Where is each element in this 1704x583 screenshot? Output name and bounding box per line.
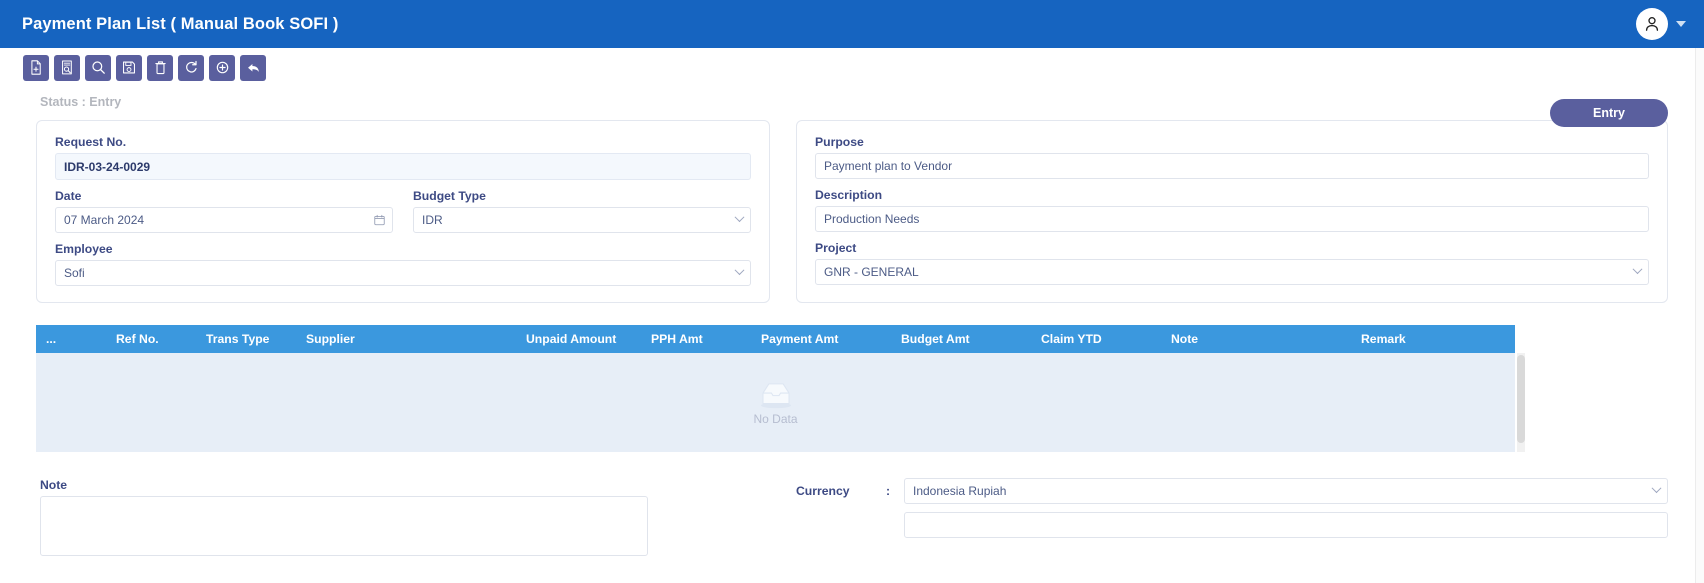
project-label: Project bbox=[815, 241, 857, 255]
note-block: Note bbox=[36, 478, 796, 561]
chevron-down-icon[interactable] bbox=[1676, 21, 1686, 27]
table-column-header[interactable]: Budget Amt bbox=[891, 332, 1031, 346]
currency-colon: : bbox=[886, 484, 891, 498]
date-label: Date bbox=[55, 189, 82, 203]
description-label: Description bbox=[815, 188, 883, 202]
table-body: No Data bbox=[36, 353, 1515, 452]
undo-circle-icon bbox=[185, 60, 197, 73]
currency-extra-row bbox=[796, 512, 1668, 538]
date-input[interactable] bbox=[55, 207, 393, 233]
payment-plan-table: ... Ref No. Trans Type Supplier Unpaid Amoun… bbox=[36, 325, 1525, 452]
table-column-header[interactable]: Note bbox=[1161, 332, 1351, 346]
delete-button[interactable] bbox=[147, 54, 173, 81]
new-document-button[interactable] bbox=[23, 54, 49, 81]
request-no-input[interactable] bbox=[55, 153, 751, 180]
table-column-header[interactable]: Trans Type bbox=[196, 332, 296, 346]
note-textarea[interactable] bbox=[40, 496, 648, 556]
employee-select[interactable] bbox=[55, 260, 751, 286]
empty-box-icon bbox=[760, 382, 791, 408]
employee-field: Employee bbox=[55, 242, 751, 286]
budget-type-field: Budget Type bbox=[413, 189, 751, 233]
table-column-header[interactable]: Supplier bbox=[296, 332, 516, 346]
status-row: Status : Entry bbox=[36, 87, 1668, 120]
trash-icon bbox=[154, 61, 166, 75]
status-badge[interactable]: Entry bbox=[1550, 99, 1668, 127]
table-header-row: ... Ref No. Trans Type Supplier Unpaid Amoun… bbox=[36, 325, 1515, 353]
refresh-button[interactable] bbox=[178, 54, 204, 81]
table-column-header[interactable]: Payment Amt bbox=[751, 332, 891, 346]
add-button[interactable] bbox=[209, 54, 235, 81]
purpose-label: Purpose bbox=[815, 135, 864, 149]
purpose-field: Purpose bbox=[815, 135, 1649, 179]
currency-block: Currency : bbox=[796, 478, 1668, 561]
date-budget-row: Date Budget Type bbox=[55, 189, 751, 242]
bottom-section: Note Currency : bbox=[36, 478, 1668, 561]
empty-state-text: No Data bbox=[753, 411, 798, 426]
file-plus-icon bbox=[31, 60, 41, 75]
note-label: Note bbox=[40, 478, 68, 492]
table-column-header[interactable]: Remark bbox=[1351, 332, 1515, 346]
status-text: Status : Entry bbox=[40, 95, 122, 109]
plus-circle-icon bbox=[216, 61, 228, 74]
description-field: Description bbox=[815, 188, 1649, 232]
project-field: Project bbox=[815, 241, 1649, 285]
search-button[interactable] bbox=[85, 54, 111, 81]
table-column-header[interactable]: ... bbox=[36, 332, 106, 346]
avatar[interactable] bbox=[1636, 8, 1668, 40]
currency-label: Currency bbox=[796, 484, 850, 498]
currency-extra-input[interactable] bbox=[904, 512, 1668, 538]
budget-type-label: Budget Type bbox=[413, 189, 486, 203]
table-scrollbar-thumb[interactable] bbox=[1517, 355, 1525, 443]
table-scrollbar[interactable] bbox=[1517, 353, 1525, 452]
save-disk-icon bbox=[123, 61, 135, 74]
form-panels: Entry Request No. Date bbox=[36, 99, 1668, 303]
date-field: Date bbox=[55, 189, 393, 233]
view-document-button[interactable] bbox=[54, 54, 80, 81]
search-icon bbox=[91, 61, 105, 74]
page-title: Payment Plan List ( Manual Book SOFI ) bbox=[22, 14, 339, 33]
header-user-menu[interactable] bbox=[1636, 8, 1686, 40]
request-no-label: Request No. bbox=[55, 135, 127, 149]
table-column-header[interactable]: Ref No. bbox=[106, 332, 196, 346]
left-form-panel: Request No. Date bbox=[36, 120, 770, 303]
arrow-back-icon bbox=[247, 63, 259, 72]
table-column-header[interactable]: Claim YTD bbox=[1031, 332, 1161, 346]
app-header: Payment Plan List ( Manual Book SOFI ) bbox=[0, 0, 1704, 48]
request-no-field: Request No. bbox=[55, 135, 751, 180]
table-column-header[interactable]: Unpaid Amount bbox=[516, 332, 641, 346]
page-scrollbar[interactable] bbox=[1695, 48, 1704, 583]
toolbar bbox=[0, 48, 1704, 128]
budget-type-select[interactable] bbox=[413, 207, 751, 233]
project-select[interactable] bbox=[815, 259, 1649, 285]
empty-state: No Data bbox=[36, 380, 1515, 426]
file-search-icon bbox=[62, 60, 72, 75]
back-button[interactable] bbox=[240, 54, 266, 81]
user-icon bbox=[1645, 17, 1659, 31]
right-form-panel: Purpose Description Project bbox=[796, 120, 1668, 303]
employee-label: Employee bbox=[55, 242, 113, 256]
currency-row: Currency : bbox=[796, 478, 1668, 504]
currency-select[interactable] bbox=[904, 478, 1668, 504]
table-column-header[interactable]: PPH Amt bbox=[641, 332, 751, 346]
main-content: Status : Entry Entry Request No. Date bbox=[0, 87, 1704, 561]
save-button[interactable] bbox=[116, 54, 142, 81]
purpose-input[interactable] bbox=[815, 153, 1649, 179]
description-input[interactable] bbox=[815, 206, 1649, 232]
